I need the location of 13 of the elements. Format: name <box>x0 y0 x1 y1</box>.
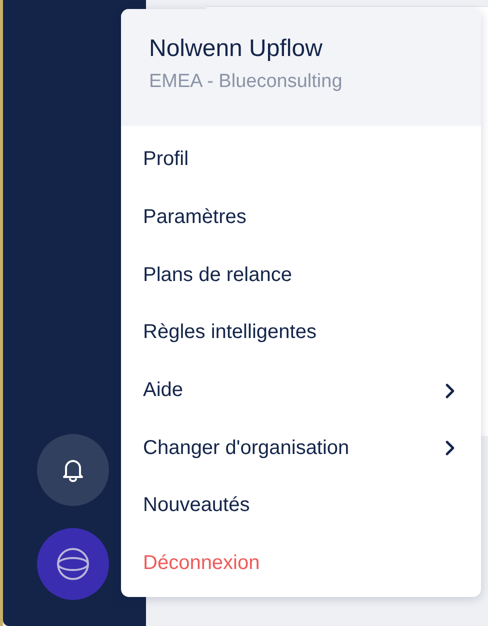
chevron-right-icon <box>445 382 455 399</box>
menu-item[interactable]: Changer d'organisation <box>121 419 481 478</box>
organization-name: EMEA - Blueconsulting <box>149 71 344 93</box>
menu-item[interactable]: Paramètres <box>121 188 481 246</box>
bell-icon <box>62 458 84 482</box>
menu-item[interactable]: Aide <box>121 362 481 420</box>
chevron-right-icon <box>445 440 455 456</box>
globe-icon <box>56 547 90 581</box>
menu-item[interactable]: Règles intelligentes <box>121 304 481 362</box>
menu-item[interactable]: Plans de relance <box>121 246 481 304</box>
menu-item[interactable]: Nouveautés <box>121 477 481 535</box>
menu-item[interactable]: Profil <box>121 131 481 189</box>
user-name: Nolwenn Upflow <box>149 35 324 63</box>
